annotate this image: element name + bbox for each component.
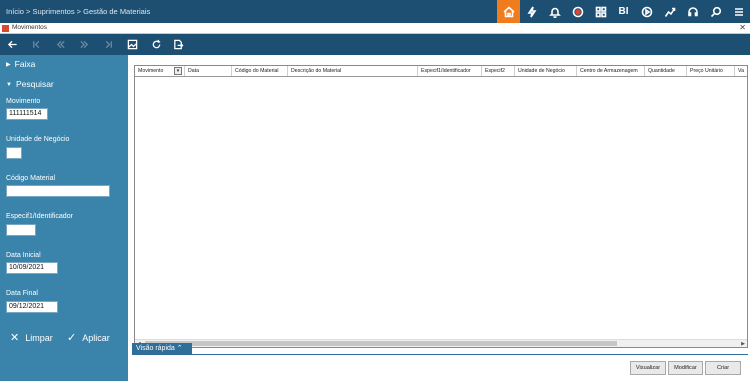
- home-icon[interactable]: [497, 0, 520, 23]
- chevron-up-icon: ⌃: [176, 345, 183, 352]
- grid-icon[interactable]: [589, 0, 612, 23]
- bell-icon[interactable]: [543, 0, 566, 23]
- limpar-label: Limpar: [25, 332, 53, 343]
- scroll-right-icon[interactable]: ▶: [741, 340, 745, 348]
- window-title-bar: Movimentos ✕: [0, 23, 750, 34]
- data-inicial-label: Data Inicial: [6, 252, 41, 259]
- aplicar-button[interactable]: ✓ Aplicar: [67, 331, 110, 344]
- movimento-field[interactable]: 111111514: [6, 108, 48, 120]
- column-header[interactable]: Especif2: [482, 66, 515, 76]
- record-icon[interactable]: [566, 0, 589, 23]
- column-header[interactable]: Código do Material: [232, 66, 288, 76]
- column-header[interactable]: Quantidade: [645, 66, 687, 76]
- window-title: Movimentos: [12, 24, 48, 31]
- column-header[interactable]: Centro de Armazenagem: [577, 66, 645, 76]
- check-icon: ✓: [67, 332, 77, 344]
- top-navigation-bar: Início > Suprimentos > Gestão de Materia…: [0, 0, 750, 23]
- play-icon[interactable]: [635, 0, 658, 23]
- movements-grid[interactable]: Movimento ▾ Data Código do Material Desc…: [134, 65, 748, 348]
- section-faixa[interactable]: ▶ Faixa: [6, 59, 35, 69]
- unidade-negocio-label: Unidade de Negócio: [6, 136, 70, 143]
- unidade-negocio-field[interactable]: [6, 147, 22, 159]
- scrollbar-thumb[interactable]: [145, 341, 617, 346]
- chart-icon[interactable]: [658, 0, 681, 23]
- column-header[interactable]: Especif1/Identificador: [418, 66, 482, 76]
- limpar-button[interactable]: ✕ Limpar: [10, 331, 53, 344]
- codigo-material-field[interactable]: [6, 185, 110, 197]
- data-inicial-field[interactable]: 10/09/2021: [6, 262, 58, 274]
- modificar-button[interactable]: Modificar: [668, 361, 703, 375]
- refresh-icon[interactable]: [149, 37, 163, 51]
- expand-icon: ▶: [6, 62, 11, 68]
- collapse-icon: ▼: [6, 82, 12, 88]
- first-icon[interactable]: [29, 37, 43, 51]
- back-arrow-icon[interactable]: [5, 37, 19, 51]
- record-toolbar: [0, 34, 750, 55]
- quick-view-label: Visão rápida: [136, 345, 175, 352]
- column-header[interactable]: Unidade de Negócio: [515, 66, 577, 76]
- codigo-material-label: Código Material: [6, 175, 56, 182]
- app-icon: [2, 25, 9, 32]
- close-icon[interactable]: ✕: [739, 23, 746, 32]
- criar-button[interactable]: Criar: [705, 361, 741, 375]
- search-icon[interactable]: [704, 0, 727, 23]
- data-final-field[interactable]: 09/12/2021: [6, 301, 58, 313]
- aplicar-label: Aplicar: [82, 332, 110, 343]
- dropdown-icon[interactable]: ▾: [174, 67, 182, 75]
- grid-header: Movimento ▾ Data Código do Material Desc…: [135, 66, 747, 77]
- bi-icon[interactable]: BI: [612, 0, 635, 23]
- previous-icon[interactable]: [53, 37, 67, 51]
- horizontal-scrollbar[interactable]: ◀ ▶: [135, 339, 747, 347]
- export-icon[interactable]: [171, 37, 185, 51]
- column-header[interactable]: Preço Unitário: [687, 66, 735, 76]
- top-icon-group: BI: [497, 0, 750, 23]
- next-icon[interactable]: [77, 37, 91, 51]
- bolt-icon[interactable]: [520, 0, 543, 23]
- visualizar-button[interactable]: Visualizar: [630, 361, 666, 375]
- image-icon[interactable]: [125, 37, 139, 51]
- column-header[interactable]: Data: [185, 66, 232, 76]
- section-faixa-label: Faixa: [14, 59, 36, 69]
- column-header[interactable]: Va: [735, 66, 747, 76]
- filter-sidebar: ▶ Faixa ▼ Pesquisar Movimento 111111514 Un…: [0, 55, 128, 381]
- headset-icon[interactable]: [681, 0, 704, 23]
- especif-field[interactable]: [6, 224, 36, 236]
- last-icon[interactable]: [101, 37, 115, 51]
- breadcrumb[interactable]: Início > Suprimentos > Gestão de Materia…: [6, 7, 150, 16]
- data-final-label: Data Final: [6, 290, 38, 297]
- menu-icon[interactable]: [727, 0, 750, 23]
- main-content: Movimento ▾ Data Código do Material Desc…: [128, 55, 750, 381]
- movimento-label: Movimento: [6, 98, 41, 105]
- especif-label: Especif1/Identificador: [6, 213, 73, 220]
- divider: [132, 354, 748, 355]
- section-pesquisar-label: Pesquisar: [15, 79, 54, 89]
- column-header[interactable]: Descrição do Material: [288, 66, 418, 76]
- section-pesquisar[interactable]: ▼ Pesquisar: [6, 79, 54, 89]
- close-icon: ✕: [10, 332, 20, 344]
